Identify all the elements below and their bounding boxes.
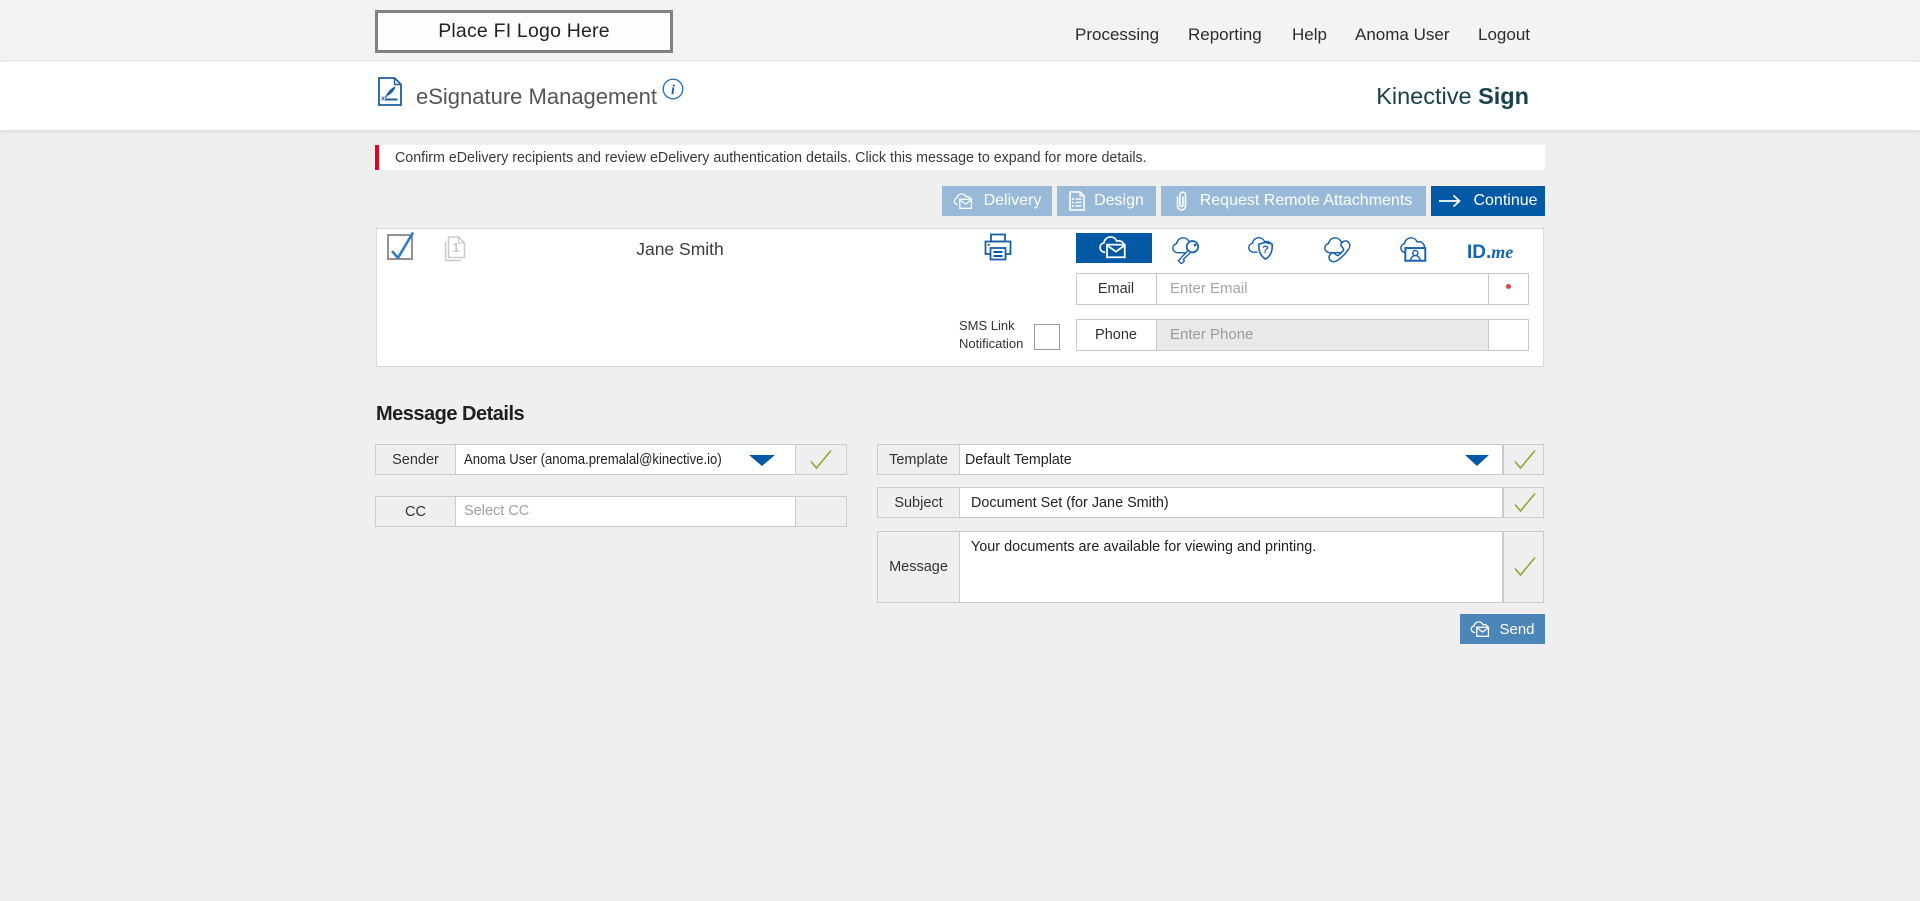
svg-text:?: ? (1262, 244, 1269, 256)
svg-text:1: 1 (453, 241, 460, 255)
svg-text:i: i (671, 83, 675, 98)
svg-text:x: x (381, 96, 385, 103)
